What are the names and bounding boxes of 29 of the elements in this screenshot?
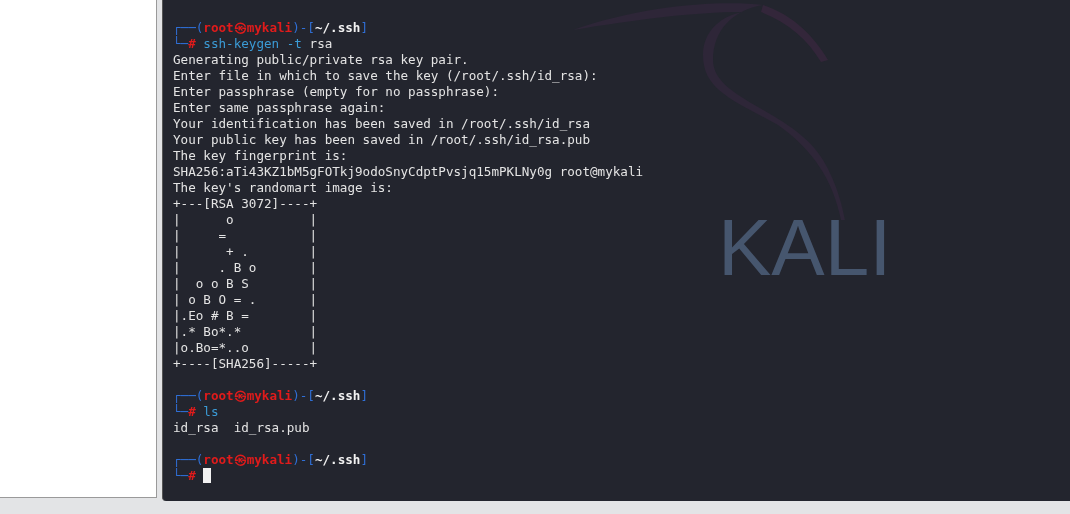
prompt-line: ┌──(root㉿mykali)-[~/.ssh] [173, 388, 368, 404]
output-line: | o | [173, 212, 318, 228]
output-line: id_rsa id_rsa.pub [173, 420, 310, 436]
output-line: Enter file in which to save the key (/root/.ssh/id_rsa): [173, 68, 598, 84]
text-cursor [203, 468, 212, 483]
output-line: Enter same passphrase again: [173, 100, 386, 116]
output-line: SHA256:aTi43KZ1bM5gFOTkj9odoSnyCdptPvsjq15mPKLNy0g root@mykali [173, 164, 644, 180]
output-line: Enter passphrase (empty for no passphrase): [173, 84, 500, 100]
wallpaper-logo-text: KALI [718, 208, 892, 288]
output-line: +---[RSA 3072]----+ [173, 196, 318, 212]
output-line: The key's randomart image is: [173, 180, 393, 196]
output-line: | . B o | [173, 260, 318, 276]
output-line: The key fingerprint is: [173, 148, 348, 164]
output-line: |.Eo # B = | [173, 308, 318, 324]
command-line: └─# [173, 468, 212, 484]
output-line: | o B O = . | [173, 292, 318, 308]
command-line: └─# ls [173, 404, 219, 420]
output-line: Your identification has been saved in /root/.ssh/id_rsa [173, 116, 590, 132]
output-line: +----[SHA256]-----+ [173, 356, 318, 372]
output-line: |.* Bo*.* | [173, 324, 318, 340]
output-line: | + . | [173, 244, 318, 260]
prompt-line: ┌──(root㉿mykali)-[~/.ssh] [173, 452, 368, 468]
output-line: | = | [173, 228, 318, 244]
output-line: Your public key has been saved in /root/.ssh/id_rsa.pub [173, 132, 590, 148]
prompt-line: ┌──(root㉿mykali)-[~/.ssh] [173, 20, 368, 36]
output-line: Generating public/private rsa key pair. [173, 52, 469, 68]
command-line: └─# ssh-keygen -t rsa [173, 36, 333, 52]
output-line: |o.Bo=*..o | [173, 340, 318, 356]
output-line: | o o B S | [173, 276, 318, 292]
